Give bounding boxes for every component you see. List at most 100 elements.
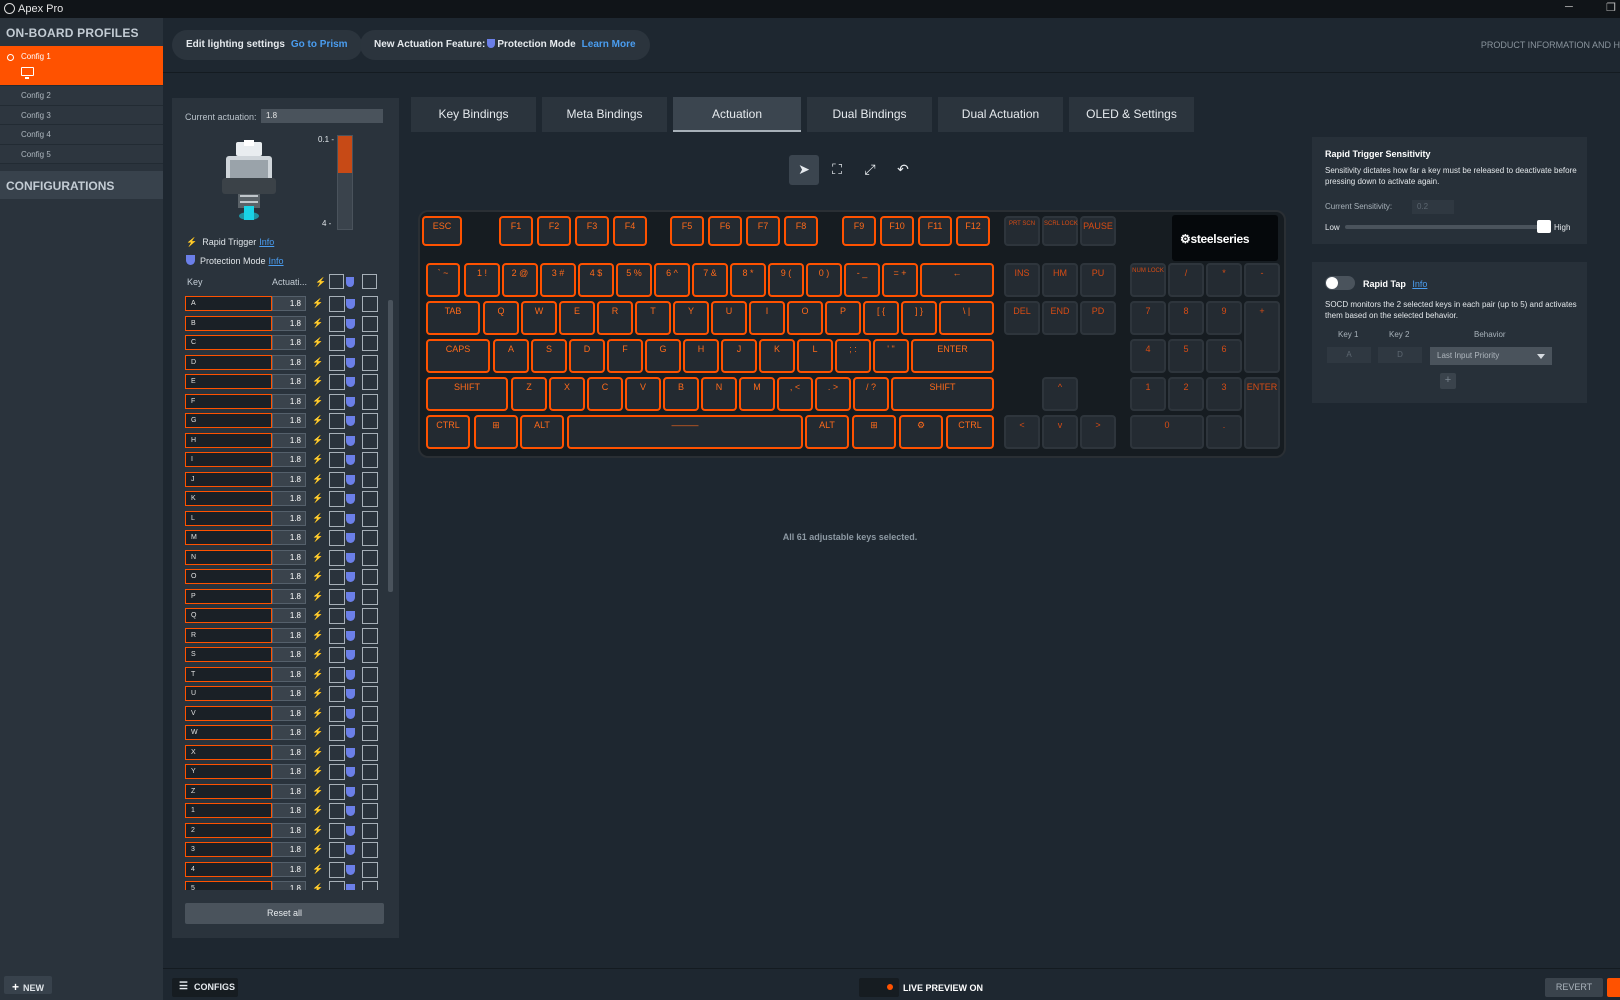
key-name-cell[interactable]: O	[185, 569, 272, 584]
key-ctrl[interactable]: CTRL	[946, 415, 994, 449]
key-[interactable]: ^	[1042, 377, 1078, 411]
key-name-cell[interactable]: X	[185, 744, 272, 760]
restore-icon[interactable]: ❐	[1606, 1, 1616, 14]
go-to-prism-link[interactable]: Go to Prism	[291, 39, 348, 50]
protection-checkbox[interactable]	[362, 881, 378, 890]
rapid-trigger-checkbox[interactable]	[329, 549, 345, 566]
rapid-trigger-checkbox[interactable]	[329, 764, 345, 780]
rapid-trigger-checkbox[interactable]	[329, 413, 345, 429]
key-g[interactable]: G	[645, 339, 681, 373]
key-y[interactable]: Y	[673, 301, 709, 335]
actuation-value-input[interactable]: 1.8	[272, 881, 306, 890]
config-item-3[interactable]: Config 3	[0, 105, 163, 125]
key-[interactable]: , <	[777, 377, 813, 411]
key-4[interactable]: 4	[1130, 339, 1166, 373]
key-h[interactable]: H	[683, 339, 719, 373]
rapid-trigger-checkbox[interactable]	[329, 510, 345, 527]
key-8[interactable]: 8	[1168, 301, 1204, 335]
actuation-value-input[interactable]: 1.8	[272, 432, 306, 448]
key-[interactable]: - _	[844, 263, 880, 297]
key-x[interactable]: X	[549, 377, 585, 411]
rapid-trigger-checkbox[interactable]	[329, 530, 345, 546]
key-l[interactable]: L	[797, 339, 833, 373]
protection-checkbox[interactable]	[362, 335, 378, 351]
protection-checkbox[interactable]	[362, 569, 378, 585]
protection-checkbox[interactable]	[362, 705, 378, 722]
config-item-5[interactable]: Config 5	[0, 144, 163, 164]
rapid-trigger-checkbox[interactable]	[329, 627, 345, 644]
key-name-cell[interactable]: D	[185, 354, 272, 370]
actuation-value-input[interactable]: 1.8	[272, 335, 306, 350]
key-pause[interactable]: PAUSE	[1080, 216, 1116, 246]
actuation-value-input[interactable]: 1.8	[272, 452, 306, 467]
key-prt-scn[interactable]: PRT SCN	[1004, 216, 1040, 246]
key-f12[interactable]: F12	[956, 216, 990, 246]
key-4[interactable]: 4 $	[578, 263, 614, 297]
key-[interactable]: >	[1080, 415, 1116, 449]
key-table-scrollbar[interactable]	[388, 300, 393, 592]
actuation-value-input[interactable]: 1.8	[272, 588, 306, 604]
marquee-select-icon[interactable]: ⛶	[822, 155, 852, 185]
key-name-cell[interactable]: V	[185, 705, 272, 721]
key-q[interactable]: Q	[483, 301, 519, 335]
protection-checkbox[interactable]	[362, 842, 378, 858]
rapid-trigger-checkbox[interactable]	[329, 452, 345, 468]
revert-button[interactable]: REVERT	[1545, 978, 1603, 997]
key-f[interactable]: F	[607, 339, 643, 373]
key-[interactable]: /	[1168, 263, 1204, 297]
key-del[interactable]: DEL	[1004, 301, 1040, 335]
protection-checkbox[interactable]	[362, 374, 378, 390]
key-1[interactable]: 1 !	[464, 263, 500, 297]
key-v[interactable]: v	[1042, 415, 1078, 449]
protection-checkbox[interactable]	[362, 725, 378, 741]
key-m[interactable]: M	[739, 377, 775, 411]
protection-checkbox[interactable]	[362, 744, 378, 761]
key-[interactable]: ⊞	[474, 415, 518, 449]
key-3[interactable]: 3	[1206, 377, 1242, 411]
key-2[interactable]: 2	[1168, 377, 1204, 411]
key-name-cell[interactable]: K	[185, 491, 272, 506]
actuation-value-input[interactable]: 1.8	[272, 510, 306, 526]
key-f8[interactable]: F8	[784, 216, 818, 246]
key-1[interactable]: 1	[1130, 377, 1166, 411]
rapid-trigger-checkbox[interactable]	[329, 393, 345, 410]
key-c[interactable]: C	[587, 377, 623, 411]
key-name-cell[interactable]: 3	[185, 842, 272, 857]
key-7[interactable]: 7	[1130, 301, 1166, 335]
rapid-trigger-checkbox[interactable]	[329, 881, 345, 890]
key-[interactable]: ———	[567, 415, 803, 449]
protection-checkbox[interactable]	[362, 354, 378, 371]
rapid-trigger-checkbox[interactable]	[329, 335, 345, 351]
protection-checkbox[interactable]	[362, 627, 378, 644]
config-item-4[interactable]: Config 4	[0, 125, 163, 145]
key-f2[interactable]: F2	[537, 216, 571, 246]
key-end[interactable]: END	[1042, 301, 1078, 335]
rapid-trigger-checkbox[interactable]	[329, 725, 345, 741]
key-i[interactable]: I	[749, 301, 785, 335]
actuation-value-input[interactable]: 1.8	[272, 608, 306, 623]
key-w[interactable]: W	[521, 301, 557, 335]
key-f5[interactable]: F5	[670, 216, 704, 246]
config-item-2[interactable]: Config 2	[0, 86, 163, 106]
key-name-cell[interactable]: N	[185, 549, 272, 565]
key-[interactable]: ←	[920, 263, 994, 297]
config-item-1[interactable]: Config 1	[0, 46, 163, 86]
key-t[interactable]: T	[635, 301, 671, 335]
tab-meta-bindings[interactable]: Meta Bindings	[542, 97, 667, 132]
actuation-value-input[interactable]: 1.8	[272, 296, 306, 311]
key-9[interactable]: 9	[1206, 301, 1242, 335]
protection-checkbox[interactable]	[362, 530, 378, 546]
rapid-trigger-checkbox[interactable]	[329, 803, 345, 819]
key-enter[interactable]: ENTER	[911, 339, 994, 373]
protection-checkbox[interactable]	[362, 491, 378, 507]
protection-checkbox[interactable]	[362, 783, 378, 800]
key-[interactable]: ⊞	[852, 415, 896, 449]
key-name-cell[interactable]: 5	[185, 881, 272, 890]
key-enter[interactable]: ENTER	[1244, 377, 1280, 449]
actuation-value-input[interactable]: 1.8	[272, 705, 306, 721]
key-n[interactable]: N	[701, 377, 737, 411]
key-f1[interactable]: F1	[499, 216, 533, 246]
key-name-cell[interactable]: Z	[185, 783, 272, 799]
key-name-cell[interactable]: S	[185, 647, 272, 662]
key-[interactable]: [ {	[863, 301, 899, 335]
